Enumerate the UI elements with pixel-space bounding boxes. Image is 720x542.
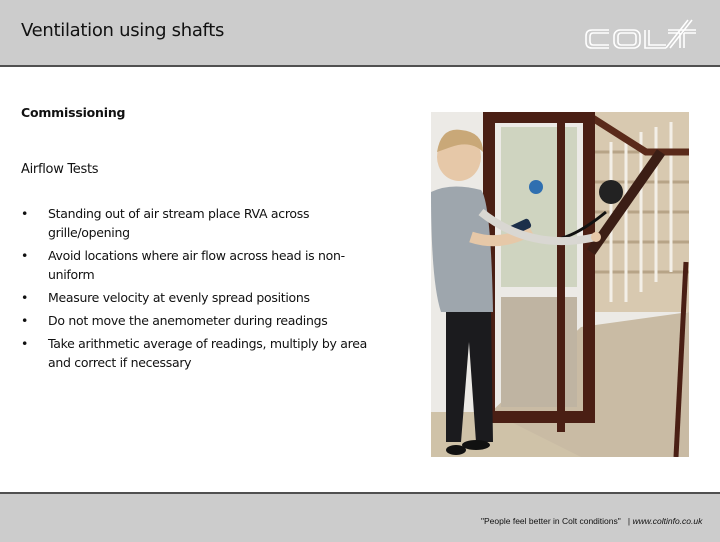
photo-illustration [431, 112, 689, 457]
bullet-icon: • [21, 206, 29, 221]
bullet-item: • Standing out of air stream place RVA ac… [21, 204, 371, 242]
bullet-text: Avoid locations where air flow across he… [48, 248, 345, 282]
bullet-item: • Do not move the anemometer during readi… [21, 311, 371, 330]
bullet-icon: • [21, 313, 29, 328]
bullet-text: Measure velocity at evenly spread positi… [48, 290, 310, 305]
bullet-item: • Take arithmetic average of readings, mu… [21, 334, 371, 372]
bullet-text: Standing out of air stream place RVA acr… [48, 206, 310, 240]
subtitle: Commissioning [21, 105, 126, 120]
bullet-item: • Avoid locations where air flow across h… [21, 246, 371, 284]
slide-title: Ventilation using shafts [21, 20, 225, 41]
photo-anemometer-test [431, 112, 689, 457]
bullet-icon: • [21, 248, 29, 263]
section-title: Airflow Tests [21, 162, 99, 177]
footer-url-link[interactable]: www.coltinfo.co.uk [632, 516, 702, 526]
bullet-item: • Measure velocity at evenly spread posit… [21, 288, 371, 307]
footer-text: "People feel better in Colt conditions" … [481, 516, 702, 526]
bullet-list: • Standing out of air stream place RVA ac… [21, 204, 371, 376]
bullet-icon: • [21, 336, 29, 351]
colt-logo-icon [585, 19, 696, 49]
footer-slogan: "People feel better in Colt conditions" [481, 516, 621, 526]
header-band: Ventilation using shafts [0, 0, 720, 67]
footer-separator: | [627, 516, 631, 526]
bullet-text: Take arithmetic average of readings, mul… [48, 336, 367, 370]
bullet-text: Do not move the anemometer during readin… [48, 313, 328, 328]
bullet-icon: • [21, 290, 29, 305]
footer-band: "People feel better in Colt conditions" … [0, 492, 720, 542]
